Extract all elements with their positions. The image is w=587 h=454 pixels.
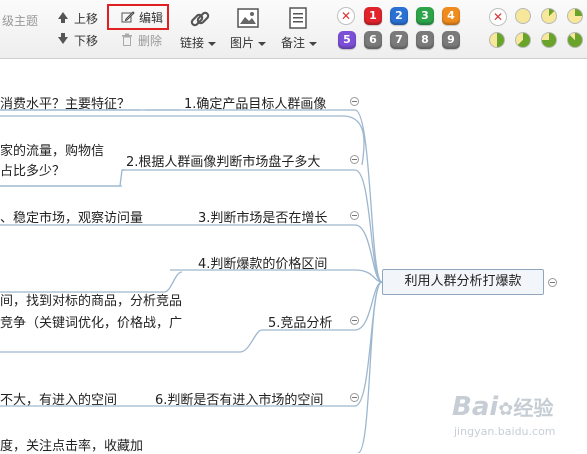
branch-5-label[interactable]: 5.竞品分析: [268, 312, 332, 331]
collapse-icon[interactable]: [350, 316, 359, 325]
branch-2-label[interactable]: 2.根据人群画像判断市场盘子多大: [126, 151, 320, 170]
child-node[interactable]: 消费水平？主要特征？: [0, 93, 130, 112]
central-topic[interactable]: 利用人群分析打爆款: [382, 269, 544, 295]
watermark-url: jingyan.baidu.com: [454, 425, 556, 438]
child-node-line-1[interactable]: 家的流量，购物信: [0, 140, 104, 159]
branch-3-label[interactable]: 3.判断市场是否在增长: [198, 207, 327, 226]
child-node-line-2[interactable]: 竞争（关键词优化，价格战，广: [0, 312, 182, 331]
baidu-watermark: Bai✿经验: [452, 392, 554, 422]
child-node-line-1[interactable]: 间，找到对标的商品，分析竞品: [0, 290, 182, 309]
branch-6-label[interactable]: 6.判断是否有进入市场的空间: [155, 389, 323, 408]
child-node-line-2[interactable]: 占比多少？: [0, 160, 65, 179]
child-node[interactable]: 度，关注点击率，收藏加: [0, 435, 143, 454]
collapse-icon[interactable]: [548, 278, 557, 287]
collapse-icon[interactable]: [350, 97, 359, 106]
child-connectors: [0, 115, 365, 293]
child-node[interactable]: 、稳定市场，观察访问量: [0, 207, 143, 226]
collapse-icon[interactable]: [350, 155, 359, 164]
branch-1-label[interactable]: 1.确定产品目标人群画像: [184, 93, 326, 112]
collapse-icon[interactable]: [350, 393, 359, 402]
paw-icon: ✿: [498, 399, 514, 420]
collapse-icon[interactable]: [350, 211, 359, 220]
child-node[interactable]: 不大，有进入的空间: [0, 389, 117, 408]
branch-4-label[interactable]: 4.判断爆款的价格区间: [198, 253, 327, 272]
